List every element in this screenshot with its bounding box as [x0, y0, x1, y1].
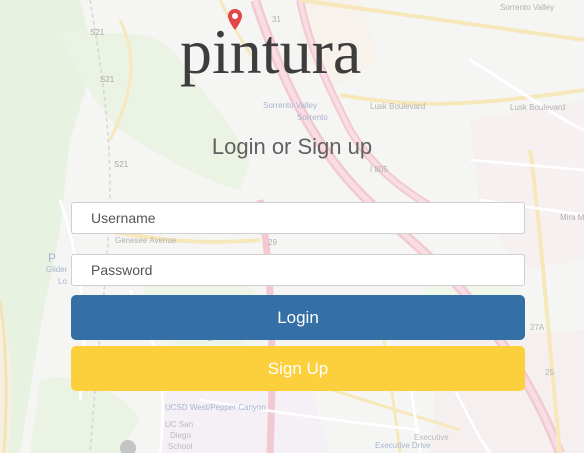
auth-heading: Login or Sign up: [211, 134, 373, 159]
app-logo: pintura: [180, 9, 420, 92]
login-screen: S21 S21 S21 Sorrento Valley Sorrento Lus…: [0, 0, 584, 453]
signup-button[interactable]: Sign Up: [71, 346, 525, 391]
login-button[interactable]: Login: [71, 295, 525, 340]
logo-wordmark: pintura: [180, 16, 362, 87]
password-input[interactable]: [71, 254, 525, 286]
username-input[interactable]: [71, 202, 525, 234]
